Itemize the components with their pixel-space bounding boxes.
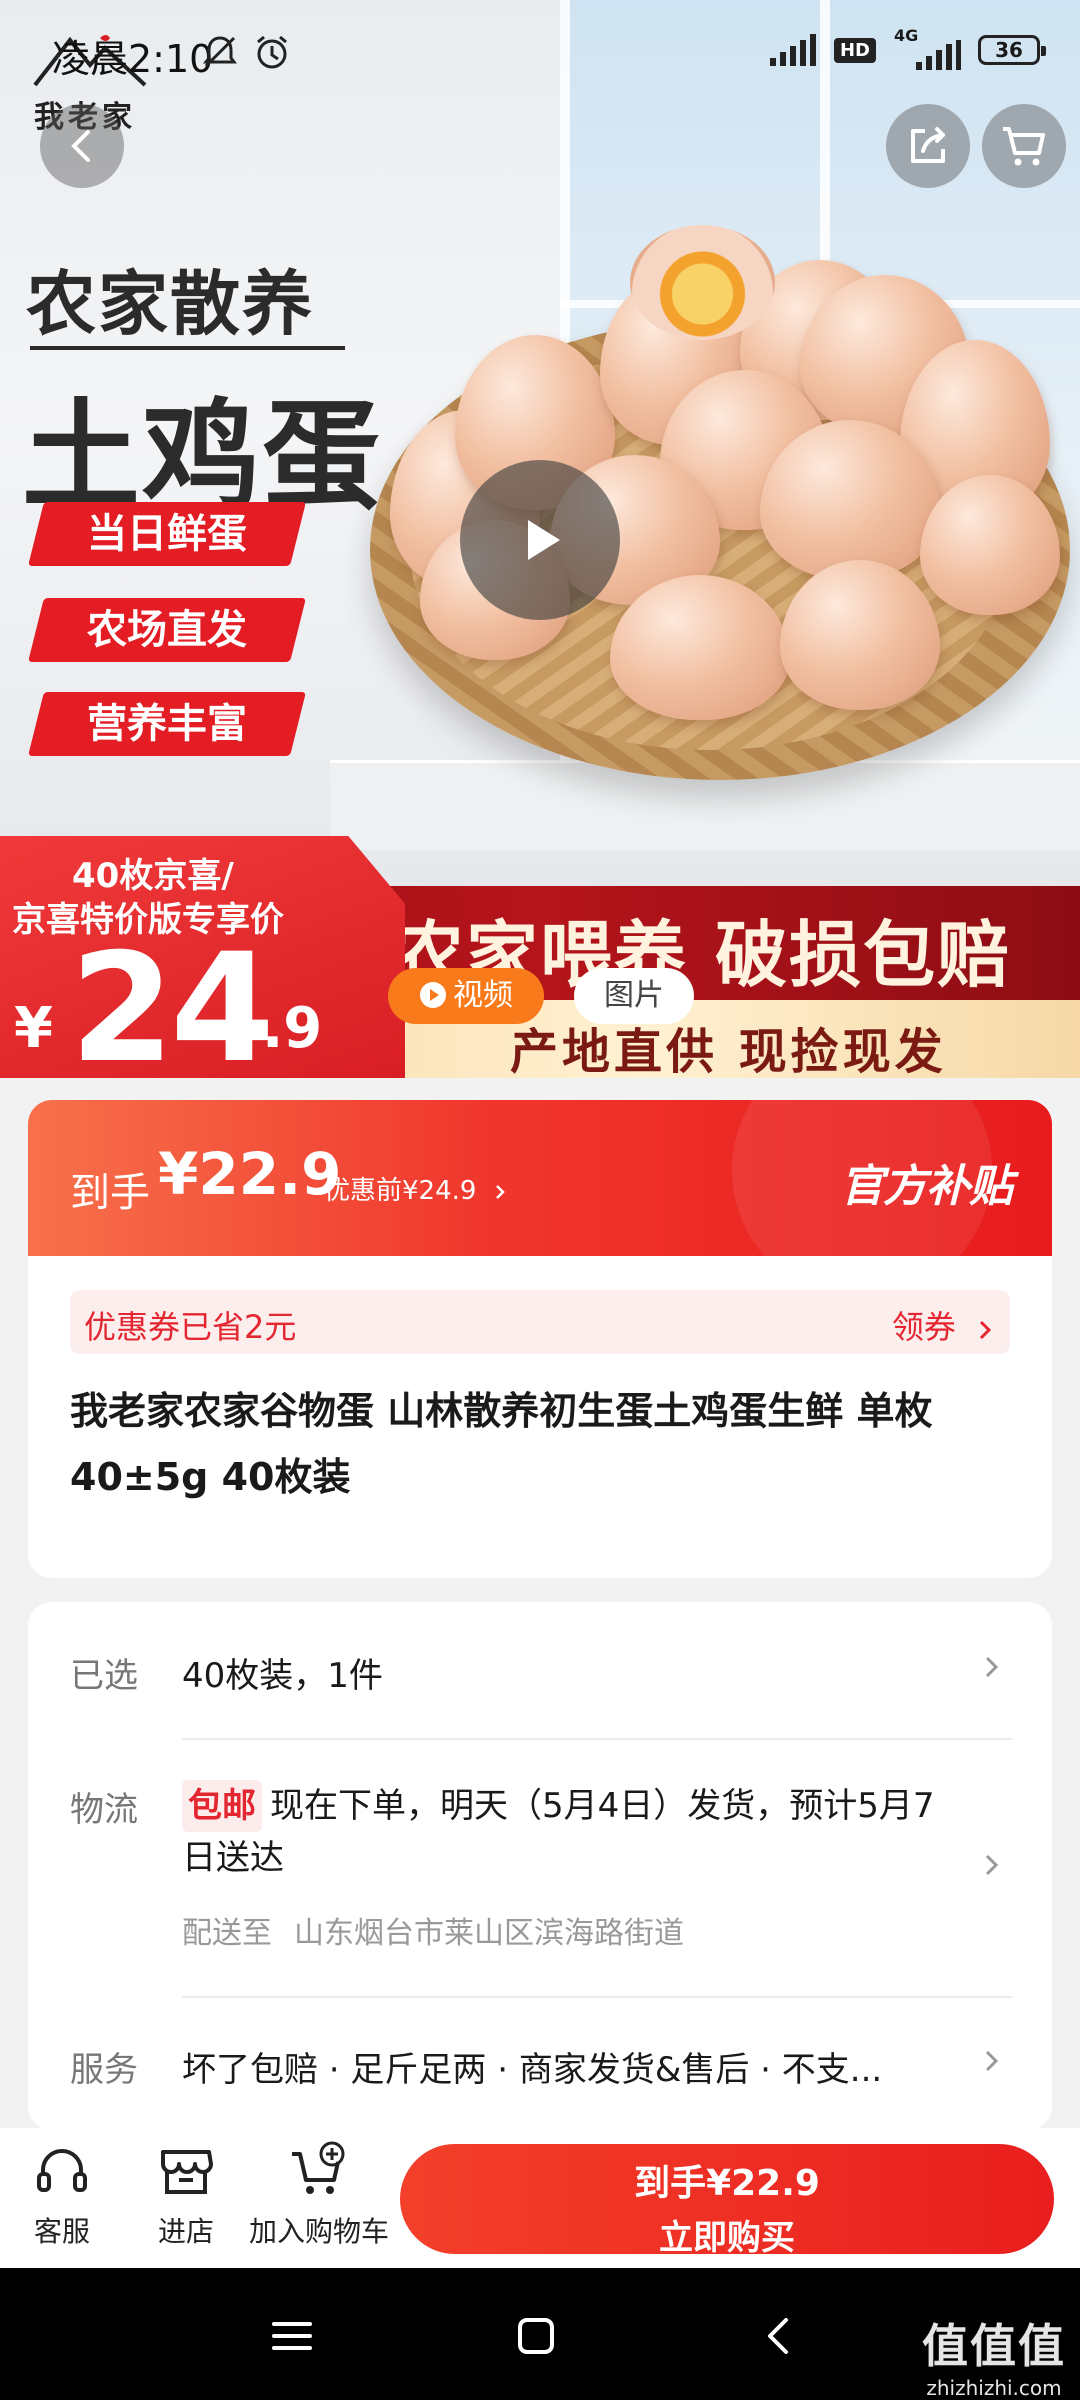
buy-now-label: 立即购买 [659, 2218, 795, 2258]
add-to-cart-label: 加入购物车 [248, 2215, 389, 2248]
store-label: 进店 [157, 2215, 214, 2248]
final-price: ¥22.9 [158, 1140, 342, 1208]
customer-service-label: 客服 [33, 2215, 90, 2248]
hero-tag: 营养丰富 [28, 692, 306, 756]
back-button[interactable] [40, 104, 124, 188]
chevron-right-icon [985, 2050, 999, 2072]
service-label: 服务 [70, 2050, 138, 2090]
watermark-logo-text: 值值值 [922, 2319, 1066, 2373]
price-badge-integer: 24 [70, 922, 275, 1078]
cracked-egg-yolk [630, 225, 775, 340]
free-shipping-badge: 包邮 [182, 1780, 262, 1832]
deliver-to-address: 山东烟台市莱山区滨海路街道 [294, 1916, 684, 1951]
network-4g: 4G [892, 26, 962, 70]
add-cart-icon [292, 2141, 345, 2194]
product-info-card: 已选 40枚装，1件 物流 包邮 现在下单，明天（5月4日）发货，预计5月7日送达… [28, 1602, 1052, 2130]
delivery-address: 配送至 山东烟台市莱山区滨海路街道 [182, 1908, 684, 1952]
status-bar: 凌晨2:10 HD 4G 36 [0, 0, 1080, 100]
menu-icon[interactable] [262, 2306, 322, 2366]
product-image-carousel[interactable]: 农家散养 土鸡蛋 当日鲜蛋 农场直发 营养丰富 农家喂养 破损包赔 产地直供 现… [0, 0, 1080, 1078]
system-nav-bar [0, 2268, 1080, 2400]
video-play-button[interactable] [460, 460, 620, 620]
hero-title-line1: 农家散养 [26, 263, 314, 345]
status-right-group: HD 4G 36 [768, 26, 1046, 70]
bottom-action-bar: 客服 进店 加入购物车 到手¥22.9 立即购买 [0, 2128, 1080, 2268]
hero-divider [30, 346, 345, 350]
status-time: 凌晨2:10 [52, 37, 214, 81]
mute-bell-icon [203, 36, 237, 68]
cart-button[interactable] [982, 104, 1066, 188]
tab-pictures[interactable]: 图片 [574, 968, 694, 1024]
back-nav-icon[interactable] [750, 2306, 810, 2366]
price-badge-currency: ¥ [14, 996, 53, 1061]
tab-pictures-label: 图片 [604, 978, 664, 1013]
buy-now-price: 到手¥22.9 [634, 2163, 820, 2204]
official-subsidy-label: 官方补贴 [840, 1161, 1013, 1212]
deliver-to-label: 配送至 [182, 1916, 272, 1951]
home-icon[interactable] [506, 2306, 566, 2366]
hero-tag: 农场直发 [28, 598, 306, 662]
add-to-cart-button[interactable]: 加入购物车 [246, 2140, 392, 2250]
exclusive-price-badge: 40枚京喜/ 京喜特价版专享价 ¥ 24 .9 [0, 836, 405, 1078]
coupon-row[interactable]: 优惠券已省2元 领券 [70, 1290, 1010, 1354]
final-price-label: 到手 [70, 1170, 150, 1216]
share-icon [911, 127, 945, 163]
egg-basket-illustration [360, 200, 1080, 800]
logistics-info: 包邮 现在下单，明天（5月4日）发货，预计5月7日送达 [182, 1780, 962, 1884]
coupon-saved-text: 优惠券已省2元 [84, 1308, 297, 1346]
get-coupon-link[interactable]: 领券 [892, 1302, 996, 1348]
buy-now-button[interactable]: 到手¥22.9 立即购买 [400, 2144, 1054, 2258]
tab-video-label: 视频 [453, 978, 513, 1013]
tab-video[interactable]: 视频 [388, 968, 544, 1024]
battery-indicator: 36 [978, 35, 1046, 65]
price-badge-decimal: .9 [262, 996, 323, 1061]
headset-icon [37, 2149, 87, 2192]
logistics-text: 现在下单，明天（5月4日）发货，预计5月7日送达 [182, 1786, 935, 1878]
chevron-right-icon [979, 1320, 992, 1340]
signal-icon [916, 40, 961, 70]
price-badge-line1: 40枚京喜/ [72, 856, 234, 896]
chevron-left-icon [71, 130, 90, 162]
store-button[interactable]: 进店 [150, 2140, 222, 2250]
signal-icon [769, 34, 816, 66]
chevron-right-icon [495, 1185, 505, 1199]
store-icon [161, 2150, 213, 2194]
hd-badge: HD [833, 37, 876, 63]
share-button[interactable] [886, 104, 970, 188]
customer-service-button[interactable]: 客服 [26, 2140, 98, 2250]
chevron-right-icon [985, 1854, 999, 1876]
divider [182, 1738, 1012, 1740]
watermark: 值值值 zhizhizhi.com [922, 2310, 1066, 2400]
play-icon [528, 520, 560, 560]
play-circle-icon [420, 982, 446, 1008]
logistics-label: 物流 [70, 1790, 138, 1830]
product-title: 我老家农家谷物蛋 山林散养初生蛋土鸡蛋生鲜 单枚40±5g 40枚装 [70, 1389, 933, 1499]
hero-tag: 当日鲜蛋 [28, 502, 306, 566]
promo-slogan-2: 产地直供 现捡现发 [510, 1024, 947, 1078]
alarm-icon [257, 35, 287, 69]
cart-icon [1003, 127, 1045, 166]
price-card: 到手 ¥22.9 优惠前¥24.9 官方补贴 优惠券已省2元 领券 我老家农家谷… [28, 1100, 1052, 1578]
chevron-right-icon [985, 1656, 999, 1678]
service-text: 坏了包赔 · 足斤足两 · 商家发货&售后 · 不支... [182, 2050, 883, 2090]
divider [182, 1996, 1012, 1998]
selected-value: 40枚装，1件 [182, 1656, 383, 1696]
price-strip[interactable]: 到手 ¥22.9 优惠前¥24.9 官方补贴 [28, 1100, 1052, 1300]
price-before-discount[interactable]: 优惠前¥24.9 [324, 1170, 509, 1207]
watermark-url: zhizhizhi.com [926, 2376, 1062, 2400]
selected-label: 已选 [70, 1656, 138, 1696]
